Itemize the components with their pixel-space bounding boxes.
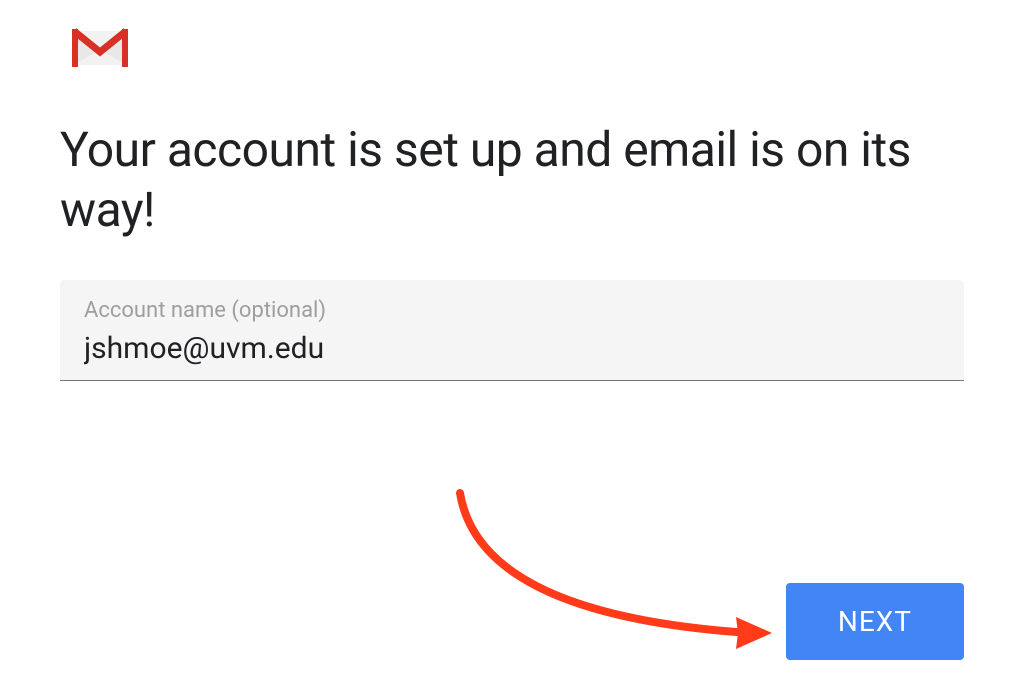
account-name-label: Account name (optional) [84,298,940,323]
next-button[interactable]: NEXT [786,583,964,660]
setup-confirmation-screen: Your account is set up and email is on i… [0,0,1024,700]
annotation-arrow-icon [420,485,800,665]
page-title: Your account is set up and email is on i… [60,120,960,240]
account-name-field-container[interactable]: Account name (optional) [60,280,964,381]
gmail-icon [70,25,130,70]
account-name-input[interactable] [84,331,940,366]
